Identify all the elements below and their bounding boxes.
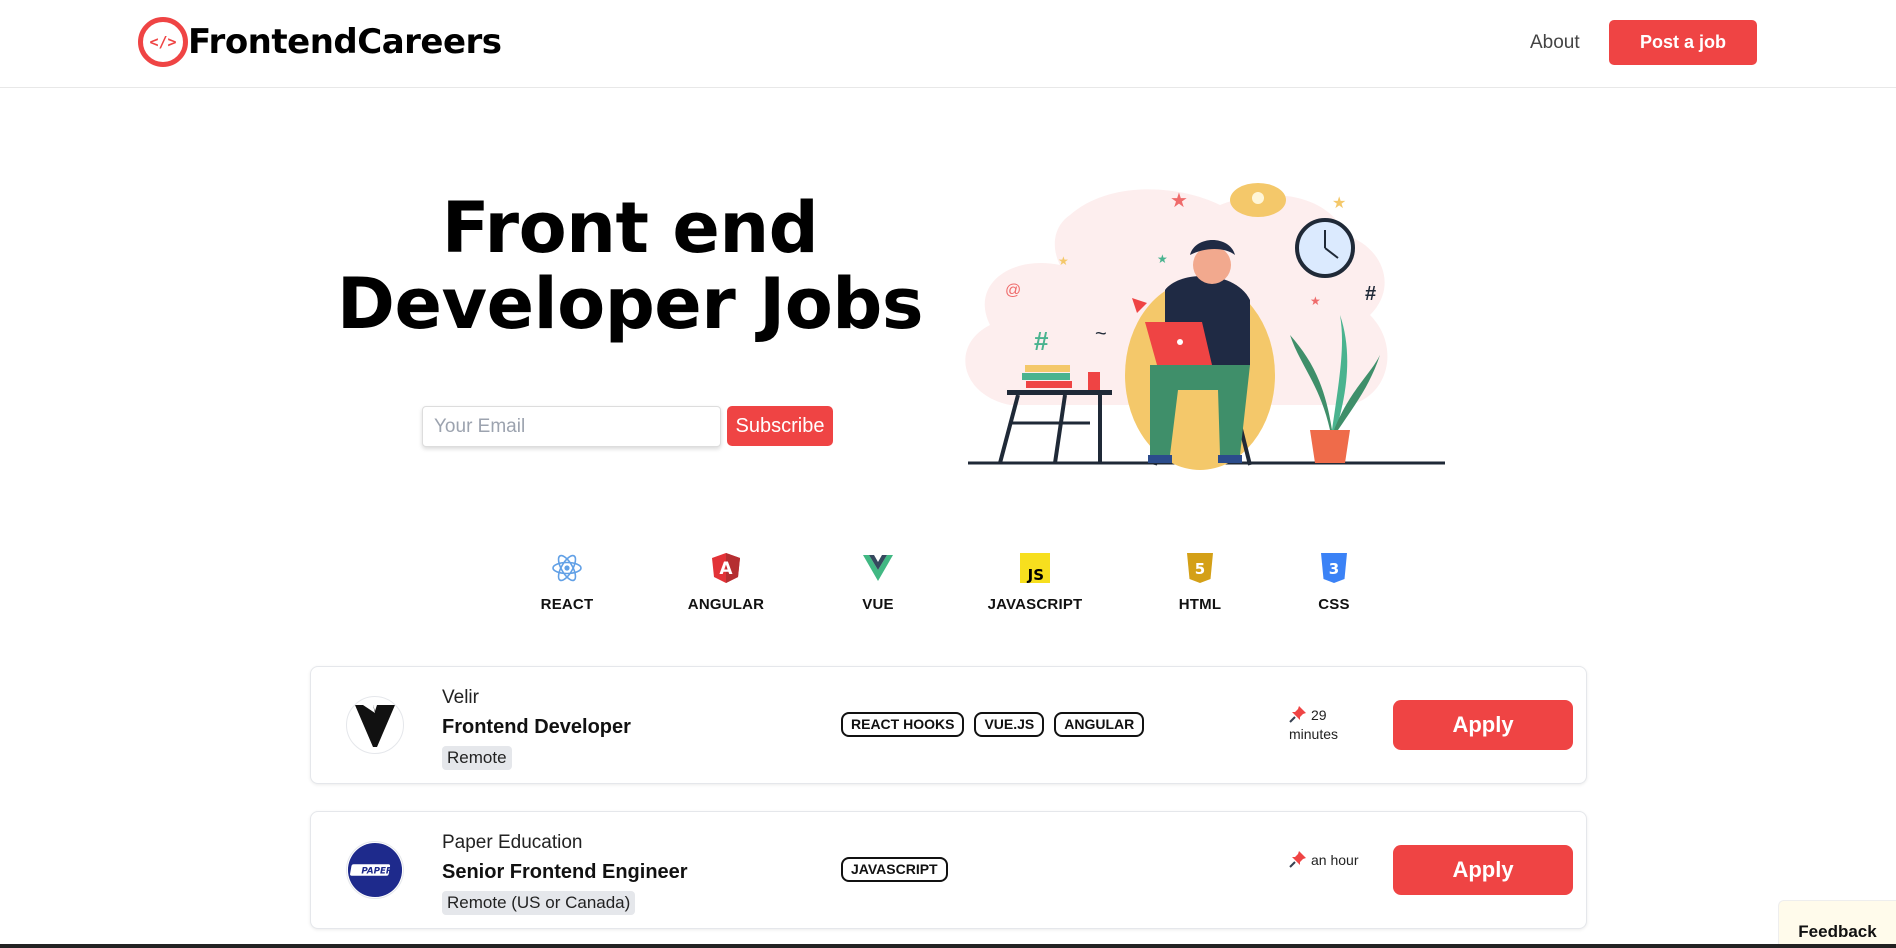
category-javascript[interactable]: JS JAVASCRIPT [975,552,1095,613]
category-label: CSS [1318,596,1350,613]
nav-about-link[interactable]: About [1530,32,1580,54]
pushpin-icon [1289,706,1306,723]
svg-text:★: ★ [1157,252,1168,266]
category-label: REACT [540,596,594,613]
category-angular[interactable]: A ANGULAR [666,552,786,613]
job-location-badge: Remote (US or Canada) [442,891,636,915]
javascript-icon: JS [1019,552,1051,584]
apply-button[interactable]: Apply [1393,845,1573,895]
post-job-button[interactable]: Post a job [1609,20,1757,65]
job-tag[interactable]: JAVASCRIPT [841,857,948,882]
hero-title-line-1: Front end [441,187,819,269]
posted-time: 29 minutes [1289,705,1359,744]
angular-icon: A [710,552,742,584]
posted-time-text: an hour [1311,852,1359,868]
job-location-badge: Remote [442,746,512,770]
svg-text:~: ~ [1095,323,1107,345]
job-tag[interactable]: ANGULAR [1054,712,1145,737]
job-tags: REACT HOOKS VUE.JS ANGULAR [841,712,1145,737]
email-input[interactable] [422,406,721,447]
job-card[interactable]: PAPER Paper Education Senior Frontend En… [310,811,1587,929]
company-logo-paper: PAPER [346,841,404,899]
developer-illustration: ★ ★ ★ ★ ★ # # ~ @ [965,183,1445,470]
category-html[interactable]: 5 HTML [1140,552,1260,613]
category-react[interactable]: REACT [507,552,627,613]
svg-text:5: 5 [1195,560,1205,578]
company-name: Paper Education [442,832,583,853]
svg-text:JS: JS [1027,566,1044,583]
job-title[interactable]: Senior Frontend Engineer [442,861,688,884]
feedback-button[interactable]: Feedback [1778,900,1896,948]
category-vue[interactable]: VUE [818,552,938,613]
category-label: JAVASCRIPT [987,596,1083,613]
job-tag[interactable]: VUE.JS [974,712,1045,737]
svg-text:3: 3 [1329,560,1339,578]
site-header: </> FrontendCareers About Post a job [0,0,1896,88]
category-css[interactable]: 3 CSS [1274,552,1394,613]
job-title[interactable]: Frontend Developer [442,716,631,739]
company-logo-velir [346,696,404,754]
svg-text:★: ★ [1332,195,1346,212]
company-name: Velir [442,687,479,708]
svg-text:★: ★ [1170,190,1188,212]
site-logo[interactable]: </> FrontendCareers [138,17,502,67]
category-label: ANGULAR [687,596,765,613]
hero-title: Front end Developer Jobs [300,190,960,342]
svg-text:★: ★ [1310,294,1321,308]
category-label: VUE [862,596,894,613]
apply-button[interactable]: Apply [1393,700,1573,750]
job-tags: JAVASCRIPT [841,857,948,882]
svg-text:★: ★ [1058,254,1069,268]
bottom-divider [0,944,1896,948]
logo-text: FrontendCareers [188,22,502,62]
code-brackets-icon: </> [138,17,188,67]
svg-text:#: # [1034,326,1049,356]
job-card[interactable]: Velir Frontend Developer Remote REACT HO… [310,666,1587,784]
hero-title-line-2: Developer Jobs [336,263,924,345]
svg-text:A: A [719,559,733,579]
css3-icon: 3 [1318,552,1350,584]
job-tag[interactable]: REACT HOOKS [841,712,965,737]
vue-icon [862,552,894,584]
category-label: HTML [1178,596,1222,613]
pushpin-icon [1289,851,1306,868]
svg-text:@: @ [1005,282,1021,299]
react-icon [551,552,583,584]
posted-time: an hour [1289,850,1359,870]
html5-icon: 5 [1184,552,1216,584]
subscribe-button[interactable]: Subscribe [727,406,833,446]
paper-logo-text: PAPER [361,866,392,876]
svg-text:#: # [1365,283,1376,305]
